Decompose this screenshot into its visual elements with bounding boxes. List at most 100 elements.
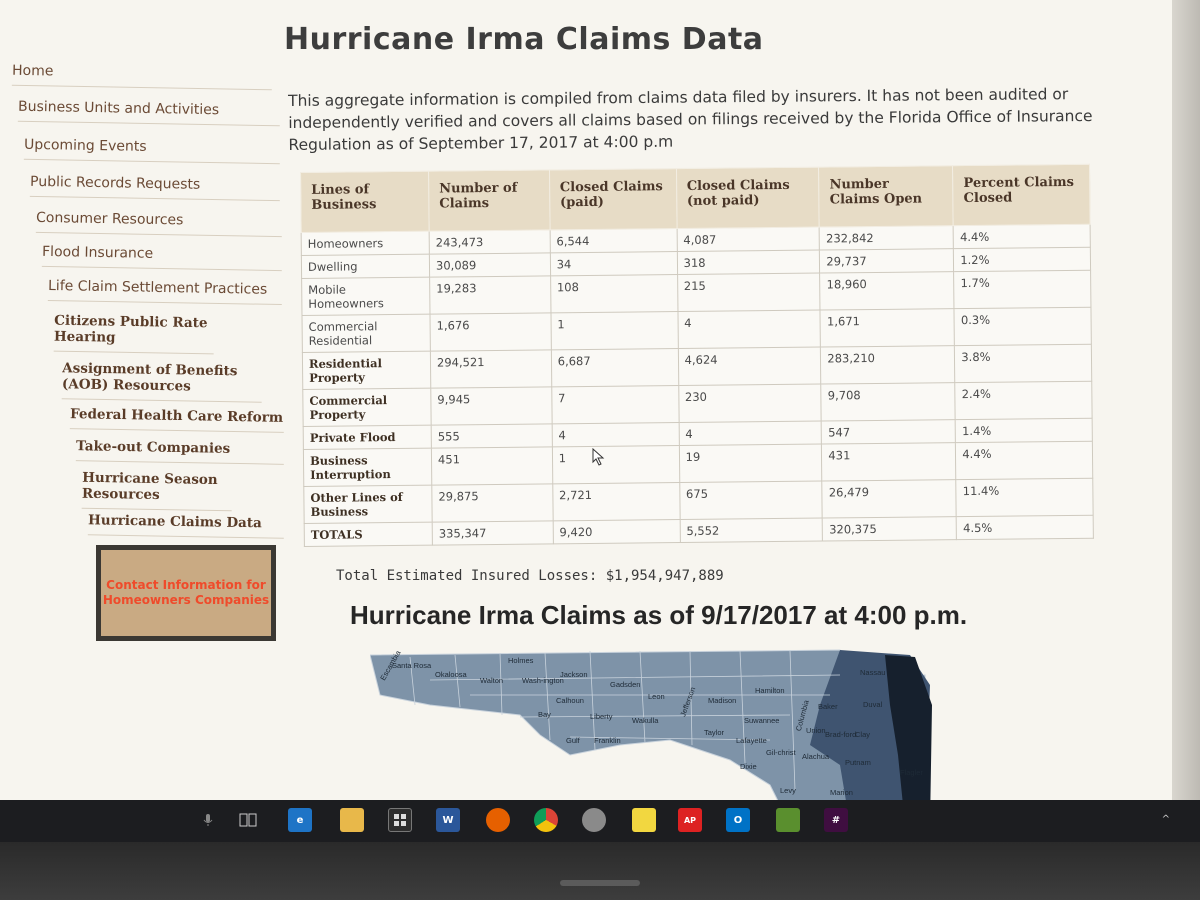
- table-cell: 4: [678, 421, 822, 446]
- table-cell: 108: [550, 274, 678, 313]
- store-icon[interactable]: [388, 808, 412, 832]
- sidebar-item-federal-health-care[interactable]: Federal Health Care Reform: [69, 406, 285, 433]
- table-cell: 215: [677, 273, 821, 312]
- table-cell: 1.2%: [953, 247, 1091, 272]
- county-label: Gil-christ: [766, 748, 796, 757]
- sidebar-item-home[interactable]: Home: [11, 62, 273, 91]
- table-cell: 555: [431, 423, 553, 449]
- row-label: Private Flood: [303, 425, 432, 450]
- header-percent-closed: Percent Claims Closed: [952, 164, 1091, 226]
- browser-screen: Home Business Units and Activities Upcom…: [0, 0, 1200, 830]
- county-label: Dixie: [740, 762, 757, 771]
- monitor-frame: Home Business Units and Activities Upcom…: [0, 0, 1200, 900]
- table-cell: 318: [676, 250, 820, 275]
- sidebar-item-public-records[interactable]: Public Records Requests: [29, 173, 281, 202]
- county-label: Holmes: [508, 656, 534, 665]
- table-cell: 243,473: [429, 229, 551, 255]
- chrome-icon[interactable]: [534, 808, 558, 832]
- slack-icon[interactable]: #: [824, 808, 848, 832]
- table-cell: 29,737: [819, 248, 954, 274]
- table-cell: 34: [550, 251, 678, 276]
- sidebar-item-flood-insurance[interactable]: Flood Insurance: [41, 243, 283, 272]
- sidebar-item-take-out-companies[interactable]: Take-out Companies: [75, 438, 285, 465]
- mic-icon[interactable]: [196, 808, 220, 832]
- outlook-icon[interactable]: O: [726, 808, 750, 832]
- table-cell: 18,960: [819, 271, 955, 311]
- contact-homeowners-button[interactable]: Contact Information for Homeowners Compa…: [96, 545, 276, 641]
- header-closed-paid: Closed Claims (paid): [549, 168, 677, 230]
- sidebar-item-aob-resources[interactable]: Assignment of Benefits (AOB) Resources: [61, 360, 263, 403]
- table-cell: 1: [550, 311, 678, 350]
- county-label: Hamilton: [755, 686, 785, 695]
- table-cell: 4.5%: [956, 515, 1094, 540]
- county-label: Lafayette: [736, 736, 767, 745]
- chevron-up-icon[interactable]: ^: [1162, 814, 1170, 825]
- row-label: Business Interruption: [303, 448, 432, 487]
- word-icon[interactable]: W: [436, 808, 460, 832]
- intro-paragraph: This aggregate information is compiled f…: [288, 85, 1093, 154]
- table-cell: 11.4%: [956, 478, 1094, 517]
- ap-icon[interactable]: AP: [678, 808, 702, 832]
- sidebar-item-citizens-rate-hearing[interactable]: Citizens Public Rate Hearing: [53, 312, 215, 355]
- table-cell: 232,842: [819, 225, 954, 251]
- table-cell: 7: [551, 385, 679, 424]
- county-label: Wash-ington: [522, 676, 564, 685]
- table-cell: 0.3%: [954, 307, 1092, 346]
- table-cell: 9,945: [430, 386, 552, 426]
- table-cell: 1.7%: [953, 270, 1091, 309]
- row-label: Commercial Residential: [302, 314, 431, 353]
- sidebar-item-hurricane-claims-data[interactable]: Hurricane Claims Data: [87, 512, 285, 539]
- system-tray[interactable]: ^: [1162, 814, 1170, 825]
- county-label: Madison: [708, 696, 736, 705]
- table-cell: 230: [678, 384, 822, 423]
- file-explorer-icon[interactable]: [340, 808, 364, 832]
- cloud-icon[interactable]: [582, 808, 606, 832]
- table-cell: 4: [551, 422, 680, 447]
- county-label: Flagler: [900, 768, 923, 777]
- county-label: Putnam: [845, 758, 871, 767]
- table-header-row: Lines of Business Number of Claims Close…: [300, 164, 1091, 233]
- header-lines-of-business: Lines of Business: [300, 171, 430, 233]
- table-cell: 6,544: [549, 228, 677, 253]
- sidebar-item-upcoming-events[interactable]: Upcoming Events: [23, 136, 281, 165]
- sidebar-item-life-claim[interactable]: Life Claim Settlement Practices: [47, 277, 283, 306]
- table-cell: 320,375: [822, 516, 957, 542]
- screen-edge-shadow: [1172, 0, 1200, 830]
- table-cell: 29,875: [431, 483, 553, 523]
- table-cell: 3.8%: [954, 344, 1092, 383]
- table-cell: 431: [821, 442, 957, 482]
- county-label: Baker: [818, 702, 838, 711]
- table-cell: 4.4%: [955, 441, 1093, 480]
- table-cell: 4,087: [676, 227, 820, 252]
- header-number-of-claims: Number of Claims: [428, 169, 550, 232]
- row-label: Dwelling: [301, 254, 430, 279]
- task-view-icon[interactable]: [236, 808, 260, 832]
- claims-table: Lines of Business Number of Claims Close…: [300, 164, 1094, 547]
- monitor-bezel: [0, 842, 1200, 900]
- sticky-notes-icon[interactable]: [632, 808, 656, 832]
- table-cell: 294,521: [430, 349, 552, 389]
- media-icon[interactable]: [776, 808, 800, 832]
- header-claims-open: Number Claims Open: [818, 165, 954, 228]
- county-label: Clay: [855, 730, 870, 739]
- header-closed-not-paid: Closed Claims (not paid): [676, 167, 820, 229]
- firefox-icon[interactable]: [486, 808, 510, 832]
- sidebar-item-consumer-resources[interactable]: Consumer Resources: [35, 209, 283, 238]
- edge-icon[interactable]: e: [288, 808, 312, 832]
- mouse-cursor-icon: [592, 448, 605, 466]
- monitor-logo: [560, 880, 640, 886]
- county-label: Taylor: [704, 728, 725, 737]
- county-label: Okaloosa: [435, 670, 468, 679]
- table-cell: 26,479: [822, 479, 957, 519]
- sidebar-item-hurricane-season[interactable]: Hurricane Season Resources: [81, 469, 233, 512]
- table-cell: 19: [679, 444, 823, 483]
- map-title: Hurricane Irma Claims as of 9/17/2017 at…: [350, 600, 968, 630]
- county-label: Gulf: [566, 736, 581, 745]
- table-cell: 1: [552, 445, 680, 484]
- county-label: Brad-ford: [825, 730, 856, 739]
- sidebar-item-business-units[interactable]: Business Units and Activities: [17, 98, 281, 127]
- county-label: Liberty: [590, 712, 613, 721]
- row-label: Commercial Property: [302, 388, 432, 427]
- county-label: Alachua: [802, 752, 830, 761]
- table-cell: 547: [821, 419, 956, 445]
